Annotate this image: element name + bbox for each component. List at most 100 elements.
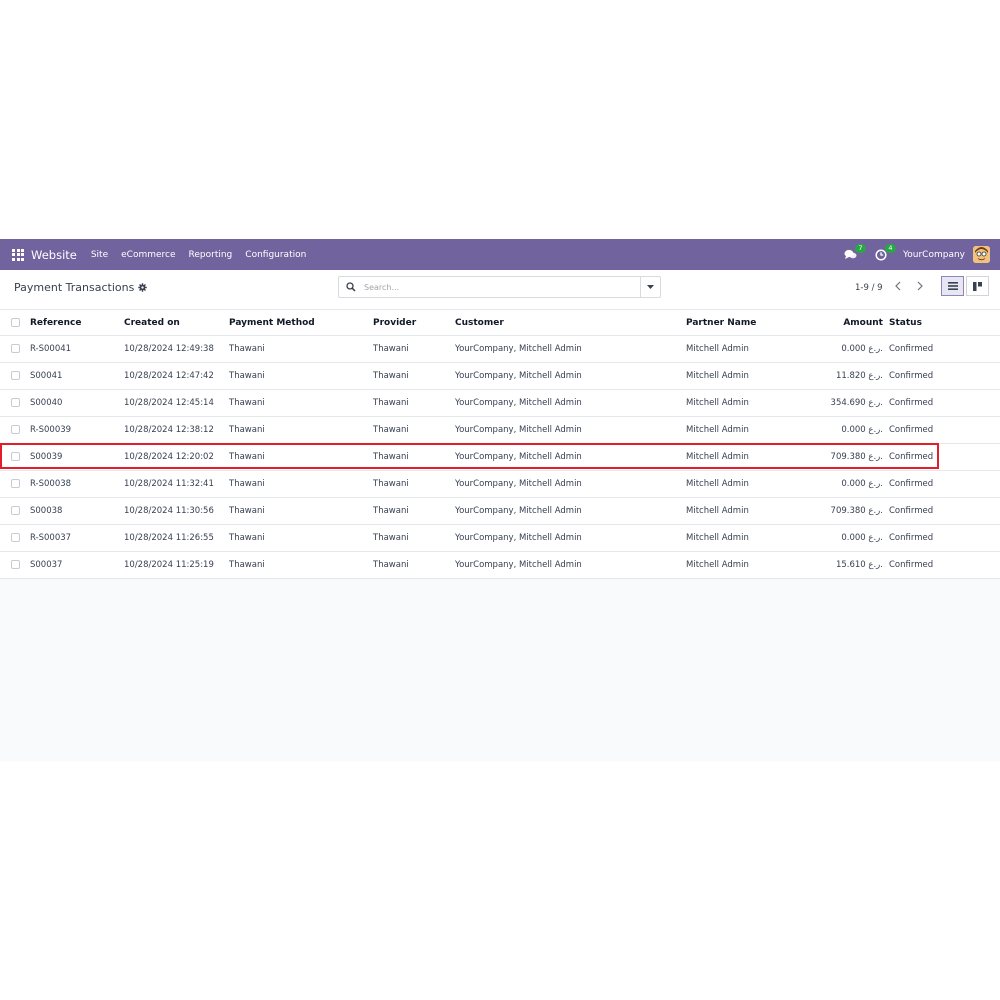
cell-status: Confirmed xyxy=(889,443,1000,471)
row-select-cell xyxy=(0,389,30,417)
cell-status: Confirmed xyxy=(889,524,1000,552)
column-payment-method[interactable]: Payment Method xyxy=(229,309,373,336)
cell-reference: S00038 xyxy=(30,497,124,525)
cell-customer: YourCompany, Mitchell Admin xyxy=(455,470,686,498)
column-amount[interactable]: Amount xyxy=(809,309,889,336)
cell-payment-method: Thawani xyxy=(229,362,373,390)
cell-amount: 0.000 ر.ع. xyxy=(809,524,889,552)
gear-icon[interactable] xyxy=(138,283,148,292)
chevron-left-icon xyxy=(894,281,900,291)
cell-payment-method: Thawani xyxy=(229,443,373,471)
menu-configuration[interactable]: Configuration xyxy=(245,250,306,260)
table-row[interactable]: S00037 10/28/2024 11:25:19 Thawani Thawa… xyxy=(0,551,1000,579)
cell-partner-name: Mitchell Admin xyxy=(686,443,809,471)
page-title: Payment Transactions xyxy=(14,281,135,294)
cell-reference: S00037 xyxy=(30,551,124,579)
table-row[interactable]: R-S00039 10/28/2024 12:38:12 Thawani Tha… xyxy=(0,416,1000,444)
cell-created-on: 10/28/2024 12:20:02 xyxy=(124,443,229,471)
row-select-cell xyxy=(0,416,30,444)
column-created-on[interactable]: Created on xyxy=(124,309,229,336)
transactions-table: Reference Created on Payment Method Prov… xyxy=(0,309,1000,579)
cell-customer: YourCompany, Mitchell Admin xyxy=(455,524,686,552)
row-checkbox[interactable] xyxy=(11,371,20,380)
navbar-systray: 7 4 YourCompany xyxy=(843,239,990,270)
cell-amount: 0.000 ر.ع. xyxy=(809,470,889,498)
cell-payment-method: Thawani xyxy=(229,551,373,579)
user-avatar[interactable] xyxy=(973,246,990,263)
row-select-cell xyxy=(0,551,30,579)
cell-created-on: 10/28/2024 11:32:41 xyxy=(124,470,229,498)
column-customer[interactable]: Customer xyxy=(455,309,686,336)
cell-partner-name: Mitchell Admin xyxy=(686,416,809,444)
cell-created-on: 10/28/2024 12:45:14 xyxy=(124,389,229,417)
cell-amount: 15.610 ر.ع. xyxy=(809,551,889,579)
row-select-cell xyxy=(0,362,30,390)
table-row[interactable]: S00041 10/28/2024 12:47:42 Thawani Thawa… xyxy=(0,362,1000,390)
row-checkbox[interactable] xyxy=(11,533,20,542)
cell-amount: 709.380 ر.ع. xyxy=(809,443,889,471)
cell-payment-method: Thawani xyxy=(229,416,373,444)
cell-customer: YourCompany, Mitchell Admin xyxy=(455,389,686,417)
column-reference[interactable]: Reference xyxy=(30,309,124,336)
search-options-toggle[interactable] xyxy=(640,277,660,297)
cell-amount: 0.000 ر.ع. xyxy=(809,335,889,363)
cell-amount: 709.380 ر.ع. xyxy=(809,497,889,525)
row-checkbox[interactable] xyxy=(11,560,20,569)
menu-site[interactable]: Site xyxy=(91,250,108,260)
row-checkbox[interactable] xyxy=(11,506,20,515)
cell-provider: Thawani xyxy=(373,443,455,471)
cell-payment-method: Thawani xyxy=(229,389,373,417)
table-row[interactable]: S00040 10/28/2024 12:45:14 Thawani Thawa… xyxy=(0,389,1000,417)
cell-partner-name: Mitchell Admin xyxy=(686,389,809,417)
apps-menu-icon[interactable] xyxy=(12,248,24,261)
select-all-checkbox[interactable] xyxy=(11,317,20,327)
caret-down-icon xyxy=(647,285,654,289)
row-select-cell xyxy=(0,470,30,498)
messages-button[interactable]: 7 xyxy=(843,243,866,263)
cell-status: Confirmed xyxy=(889,335,1000,363)
table-row[interactable]: S00038 10/28/2024 11:30:56 Thawani Thawa… xyxy=(0,497,1000,525)
table-row[interactable]: R-S00038 10/28/2024 11:32:41 Thawani Tha… xyxy=(0,470,1000,498)
column-partner-name[interactable]: Partner Name xyxy=(686,309,809,336)
row-checkbox[interactable] xyxy=(11,479,20,488)
table-row-highlighted[interactable]: S00039 10/28/2024 12:20:02 Thawani Thawa… xyxy=(0,443,1000,471)
cell-reference: R-S00039 xyxy=(30,416,124,444)
cell-created-on: 10/28/2024 12:49:38 xyxy=(124,335,229,363)
cell-payment-method: Thawani xyxy=(229,497,373,525)
list-view-button[interactable] xyxy=(941,276,964,296)
cell-provider: Thawani xyxy=(373,497,455,525)
activities-button[interactable]: 4 xyxy=(873,243,896,263)
cell-provider: Thawani xyxy=(373,389,455,417)
cell-status: Confirmed xyxy=(889,362,1000,390)
column-provider[interactable]: Provider xyxy=(373,309,455,336)
cell-provider: Thawani xyxy=(373,362,455,390)
table-row[interactable]: R-S00037 10/28/2024 11:26:55 Thawani Tha… xyxy=(0,524,1000,552)
cell-provider: Thawani xyxy=(373,335,455,363)
list-icon xyxy=(947,282,958,290)
cell-status: Confirmed xyxy=(889,389,1000,417)
cell-reference: S00040 xyxy=(30,389,124,417)
company-switcher[interactable]: YourCompany xyxy=(903,250,965,260)
row-checkbox[interactable] xyxy=(11,452,20,461)
pager-next-button[interactable] xyxy=(910,276,929,296)
app-brand[interactable]: Website xyxy=(31,248,77,262)
cell-provider: Thawani xyxy=(373,416,455,444)
cell-partner-name: Mitchell Admin xyxy=(686,497,809,525)
search-icon xyxy=(346,282,356,292)
kanban-view-button[interactable] xyxy=(966,276,989,296)
row-checkbox[interactable] xyxy=(11,344,20,353)
cell-customer: YourCompany, Mitchell Admin xyxy=(455,551,686,579)
menu-reporting[interactable]: Reporting xyxy=(189,250,233,260)
table-row[interactable]: R-S00041 10/28/2024 12:49:38 Thawani Tha… xyxy=(0,335,1000,363)
pager-previous-button[interactable] xyxy=(888,276,907,296)
cell-partner-name: Mitchell Admin xyxy=(686,551,809,579)
row-checkbox[interactable] xyxy=(11,398,20,407)
row-checkbox[interactable] xyxy=(11,425,20,434)
pager-value[interactable]: 1-9 / 9 xyxy=(855,283,883,293)
cell-reference: R-S00038 xyxy=(30,470,124,498)
cell-partner-name: Mitchell Admin xyxy=(686,470,809,498)
search-input[interactable] xyxy=(362,281,626,293)
column-status[interactable]: Status xyxy=(889,309,1000,336)
menu-ecommerce[interactable]: eCommerce xyxy=(121,250,175,260)
cell-amount: 11.820 ر.ع. xyxy=(809,362,889,390)
